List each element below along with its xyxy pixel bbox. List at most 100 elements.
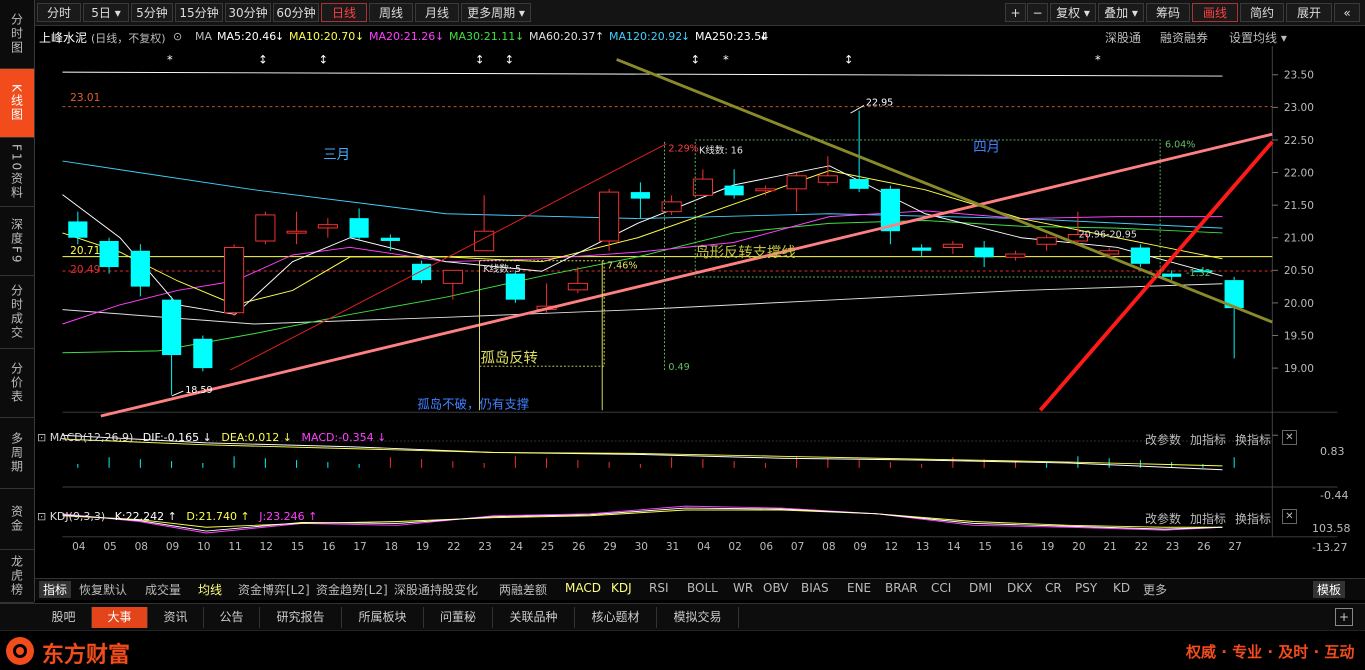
sidebar-item-capital[interactable]: 资金 bbox=[0, 489, 34, 550]
period-5day-button[interactable]: 5日 ▾ bbox=[83, 3, 129, 22]
indicator-tab[interactable]: BRAR bbox=[885, 581, 918, 595]
period-daily-button[interactable]: 日线 bbox=[321, 3, 367, 22]
indicator-tab[interactable]: 模板 bbox=[1313, 581, 1346, 598]
macd-header: ⊡ MACD(12,26,9) DIF:-0.165 ↓ DEA:0.012 ↓… bbox=[37, 431, 386, 444]
zoom-in-button[interactable]: + bbox=[1005, 3, 1026, 22]
add-tab-icon[interactable]: + bbox=[1335, 608, 1353, 626]
period-60min-button[interactable]: 60分钟 bbox=[273, 3, 319, 22]
indicator-tab[interactable]: OBV bbox=[763, 581, 789, 595]
indicator-tab[interactable]: DKX bbox=[1007, 581, 1032, 595]
indicator-tab[interactable]: BIAS bbox=[801, 581, 829, 595]
info-tab[interactable]: 所属板块 bbox=[342, 607, 424, 628]
date-tick-label: 15 bbox=[978, 541, 991, 553]
period-5min-button[interactable]: 5分钟 bbox=[131, 3, 173, 22]
indicator-tab[interactable]: CCI bbox=[931, 581, 951, 595]
sidebar-item-dragon-tiger[interactable]: 龙虎榜 bbox=[0, 550, 34, 603]
down-trendline bbox=[616, 58, 1273, 324]
info-tab[interactable]: 研究报告 bbox=[260, 607, 342, 628]
date-tick-label: 05 bbox=[103, 541, 116, 553]
indicator-tab[interactable]: 两融差额 bbox=[499, 581, 547, 598]
expand-button[interactable]: 展开 bbox=[1286, 3, 1332, 22]
period-timeshare-button[interactable]: 分时 bbox=[37, 3, 81, 22]
indicator-tab[interactable]: 资金趋势[L2] bbox=[316, 581, 388, 598]
kdj-settings-icon[interactable]: ⊡ bbox=[37, 510, 46, 523]
indicator-tab[interactable]: 资金博弈[L2] bbox=[238, 581, 310, 598]
candle-body-down bbox=[724, 185, 744, 196]
info-tab[interactable]: 资讯 bbox=[148, 607, 204, 628]
info-tab[interactable]: 关联品种 bbox=[493, 607, 575, 628]
indicator-tab[interactable]: 恢复默认 bbox=[79, 581, 127, 598]
indicator-tab[interactable]: RSI bbox=[649, 581, 669, 595]
sidebar-item-kline[interactable]: K线图 bbox=[0, 69, 34, 138]
margin-trading-link[interactable]: 融资融券 bbox=[1160, 29, 1208, 46]
indicator-tab[interactable]: ENE bbox=[847, 581, 871, 595]
label-island-support: 岛形反转支撑线 bbox=[695, 244, 796, 261]
macd-switch-indicator[interactable]: 换指标 bbox=[1235, 431, 1271, 448]
settings-circle-icon[interactable]: ⊙ bbox=[173, 30, 182, 43]
event-marker-icon: * bbox=[1095, 52, 1101, 66]
indicator-tab[interactable]: CR bbox=[1045, 581, 1062, 595]
macd-settings-icon[interactable]: ⊡ bbox=[37, 431, 46, 444]
sidebar-item-trades[interactable]: 分时成交 bbox=[0, 276, 34, 349]
info-tab[interactable]: 公告 bbox=[204, 607, 260, 628]
kdj-add-indicator[interactable]: 加指标 bbox=[1190, 510, 1226, 527]
sz-connect-link[interactable]: 深股通 bbox=[1105, 29, 1141, 46]
indicator-tab[interactable]: 深股通持股变化 bbox=[394, 581, 478, 598]
sidebar-item-price-table[interactable]: 分价表 bbox=[0, 349, 34, 418]
collapse-arrows-icon[interactable]: « bbox=[1334, 3, 1360, 22]
info-tab[interactable]: 核心题材 bbox=[575, 607, 657, 628]
period-monthly-button[interactable]: 月线 bbox=[415, 3, 459, 22]
macd-edit-params[interactable]: 改参数 bbox=[1145, 431, 1181, 448]
kdj-d: D:21.740 ↑ bbox=[186, 510, 250, 523]
info-tab[interactable]: 股吧 bbox=[36, 607, 92, 628]
candle-body-up bbox=[755, 188, 776, 192]
info-tab[interactable]: 模拟交易 bbox=[657, 607, 739, 628]
candle-body-up bbox=[474, 230, 495, 252]
indicator-tab[interactable]: 更多 bbox=[1143, 581, 1167, 598]
sidebar-item-depth[interactable]: 深度F9 bbox=[0, 207, 34, 276]
date-tick-label: 29 bbox=[603, 541, 616, 553]
overlay-dropdown[interactable]: 叠加 ▾ bbox=[1098, 3, 1144, 22]
sidebar-item-timeshare[interactable]: 分时图 bbox=[0, 0, 34, 69]
indicator-tab[interactable]: PSY bbox=[1075, 581, 1097, 595]
date-tick-label: 09 bbox=[166, 541, 179, 553]
set-ma-dropdown[interactable]: 设置均线 ▾ bbox=[1229, 29, 1287, 46]
indicator-tab[interactable]: BOLL bbox=[687, 581, 718, 595]
zoom-out-button[interactable]: − bbox=[1027, 3, 1048, 22]
kline-chart[interactable]: 23.50 23.00 22.50 22.00 21.50 21.00 20.50 20.00… bbox=[35, 46, 1365, 556]
macd-add-indicator[interactable]: 加指标 bbox=[1190, 431, 1226, 448]
info-tab[interactable]: 大事 bbox=[92, 607, 148, 628]
period-15min-button[interactable]: 15分钟 bbox=[175, 3, 223, 22]
chips-button[interactable]: 筹码 bbox=[1146, 3, 1190, 22]
kdj-edit-params[interactable]: 改参数 bbox=[1145, 510, 1181, 527]
date-tick-label: 25 bbox=[541, 541, 554, 553]
adjust-dropdown[interactable]: 复权 ▾ bbox=[1050, 3, 1096, 22]
period-weekly-button[interactable]: 周线 bbox=[369, 3, 413, 22]
kdj-switch-indicator[interactable]: 换指标 bbox=[1235, 510, 1271, 527]
indicator-tab[interactable]: 均线 bbox=[198, 581, 222, 598]
macd-close-icon[interactable]: ✕ bbox=[1282, 430, 1297, 445]
indicator-tab[interactable]: DMI bbox=[969, 581, 992, 595]
ma30-arrow-icon: ↓ bbox=[515, 30, 525, 43]
more-periods-dropdown[interactable]: 更多周期 ▾ bbox=[461, 3, 531, 22]
date-tick-label: 16 bbox=[1010, 541, 1024, 553]
price-tick-label: 19.00 bbox=[1284, 363, 1314, 375]
draw-line-button[interactable]: 画线 bbox=[1192, 3, 1238, 22]
period-30min-button[interactable]: 30分钟 bbox=[225, 3, 271, 22]
sidebar-item-f10[interactable]: F10资料 bbox=[0, 138, 34, 207]
info-tab[interactable]: 问董秘 bbox=[424, 607, 493, 628]
date-tick-label: 17 bbox=[353, 541, 366, 553]
indicator-tab[interactable]: WR bbox=[733, 581, 753, 595]
sidebar-item-multi-period[interactable]: 多周期 bbox=[0, 418, 34, 489]
candle-body-down bbox=[349, 218, 369, 238]
indicator-tab[interactable]: MACD bbox=[565, 581, 601, 595]
indicator-tab[interactable]: 成交量 bbox=[145, 581, 181, 598]
stock-name[interactable]: 上峰水泥 bbox=[39, 29, 87, 46]
reference-lines: 23.01 20.71 20.49 bbox=[62, 71, 1273, 276]
candle-body-up bbox=[567, 282, 588, 291]
indicator-tab[interactable]: 指标 bbox=[39, 581, 72, 598]
indicator-tab[interactable]: KDJ bbox=[611, 581, 632, 595]
indicator-tab[interactable]: KD bbox=[1113, 581, 1130, 595]
simple-mode-button[interactable]: 简约 bbox=[1240, 3, 1284, 22]
kdj-close-icon[interactable]: ✕ bbox=[1282, 509, 1297, 524]
